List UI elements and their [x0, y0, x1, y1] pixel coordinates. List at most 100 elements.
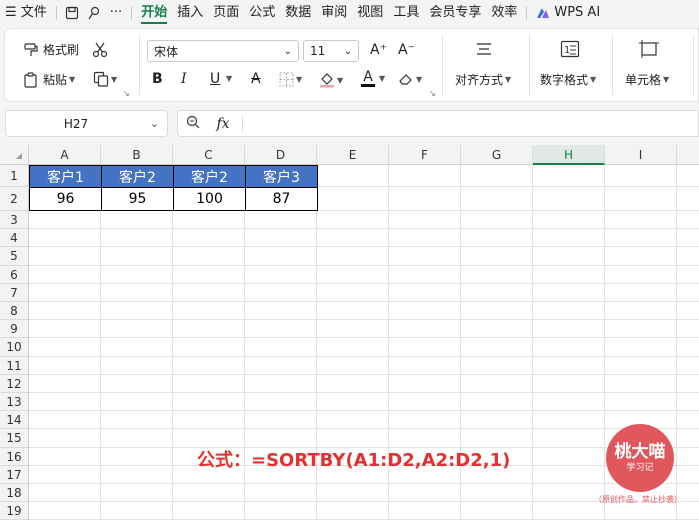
fx-icon[interactable]: fx	[208, 116, 238, 132]
group-divider	[612, 35, 613, 95]
column-header[interactable]: I	[605, 145, 677, 165]
column-header[interactable]: E	[317, 145, 389, 165]
select-all-corner[interactable]	[0, 145, 29, 165]
italic-button[interactable]: I	[181, 71, 187, 87]
cell-d1[interactable]: 客户3	[245, 165, 318, 188]
row-header[interactable]: 14	[0, 411, 29, 430]
column-header[interactable]: F	[389, 145, 461, 165]
cell-c1[interactable]: 客户2	[173, 165, 246, 188]
row-header[interactable]: 18	[0, 484, 29, 503]
paste-button[interactable]: 粘贴 ▼	[23, 71, 75, 88]
cell-b1[interactable]: 客户2	[101, 165, 174, 188]
group-divider	[139, 35, 140, 95]
column-header[interactable]	[677, 145, 699, 165]
column-header[interactable]: A	[29, 145, 101, 165]
cell-b2[interactable]: 95	[101, 187, 174, 211]
grid-line	[100, 165, 101, 520]
tab-review[interactable]: 审阅	[316, 0, 352, 26]
bold-button[interactable]: B	[152, 71, 163, 87]
row-header[interactable]: 13	[0, 393, 29, 412]
font-expand-icon[interactable]: ↘	[429, 89, 436, 98]
increase-font-button[interactable]: A⁺	[370, 42, 387, 58]
cell-c2[interactable]: 100	[173, 187, 246, 211]
copy-button[interactable]: ▼	[93, 71, 117, 87]
number-format-button[interactable]: 数字格式 ▼	[540, 71, 596, 88]
font-size-select[interactable]: 11 ⌄	[303, 40, 359, 62]
print-preview-icon[interactable]	[83, 0, 105, 26]
row-header[interactable]: 15	[0, 429, 29, 448]
name-box-value: H27	[63, 116, 89, 131]
border-button[interactable]: ▼	[279, 72, 302, 87]
tab-view[interactable]: 视图	[352, 0, 388, 26]
cut-icon[interactable]	[92, 42, 108, 58]
row-header[interactable]: 3	[0, 211, 29, 230]
tab-tools[interactable]: 工具	[388, 0, 424, 26]
name-box[interactable]: H27 ⌄	[5, 110, 168, 137]
row-header[interactable]: 7	[0, 283, 29, 302]
tab-insert[interactable]: 插入	[172, 0, 208, 26]
cell-d2[interactable]: 87	[245, 187, 318, 211]
row-header[interactable]: 11	[0, 356, 29, 375]
chevron-down-icon: ▼	[590, 75, 597, 84]
format-painter-button[interactable]: 格式刷	[23, 41, 79, 58]
cell-icon	[639, 40, 659, 58]
font-color-glyph: A	[363, 69, 373, 85]
clipboard-expand-icon[interactable]: ↘	[123, 89, 130, 98]
more-icon[interactable]: ···	[105, 0, 127, 26]
chevron-down-icon[interactable]: ▼	[377, 74, 385, 83]
row-header[interactable]: 1	[0, 165, 29, 187]
row-header[interactable]: 6	[0, 265, 29, 284]
watermark-note: （原创作品，禁止抄袭）	[594, 495, 682, 504]
tab-page[interactable]: 页面	[208, 0, 244, 26]
file-menu[interactable]: ☰ 文件	[0, 0, 52, 26]
column-header-selected[interactable]: H	[533, 145, 605, 165]
clear-format-button[interactable]: ▼	[398, 72, 422, 86]
row-header[interactable]: 4	[0, 229, 29, 248]
grid-line	[29, 392, 699, 393]
row-header[interactable]: 9	[0, 320, 29, 339]
cell-a1[interactable]: 客户1	[29, 165, 102, 188]
grid-line	[532, 165, 533, 520]
row-header[interactable]: 17	[0, 465, 29, 484]
font-name-value: 宋体	[154, 44, 179, 59]
font-color-button[interactable]: A	[361, 70, 375, 87]
cell-button[interactable]: 单元格 ▼	[625, 71, 669, 88]
zoom-icon[interactable]	[178, 115, 208, 132]
decrease-font-button[interactable]: A⁻	[398, 42, 415, 58]
column-header[interactable]: D	[245, 145, 317, 165]
row-header[interactable]: 12	[0, 374, 29, 393]
tab-formula[interactable]: 公式	[244, 0, 280, 26]
chevron-down-icon[interactable]: ▼	[224, 74, 232, 83]
fill-color-button[interactable]: ▼	[319, 72, 343, 88]
grid-line	[29, 264, 699, 266]
tab-efficiency[interactable]: 效率	[486, 0, 522, 26]
border-icon	[279, 72, 294, 87]
tab-data[interactable]: 数据	[280, 0, 316, 26]
row-header[interactable]: 2	[0, 187, 29, 211]
chevron-down-icon: ▼	[505, 75, 512, 84]
row-header[interactable]: 8	[0, 302, 29, 321]
save-icon[interactable]	[61, 0, 83, 26]
group-divider	[442, 35, 443, 95]
wps-ai-button[interactable]: WPS AI	[531, 0, 605, 26]
format-painter-label: 格式刷	[43, 43, 80, 57]
grid-line	[29, 483, 699, 484]
row-header[interactable]: 10	[0, 338, 29, 357]
formula-input[interactable]	[247, 114, 698, 134]
strikethrough-button[interactable]: A	[251, 71, 261, 87]
row-header[interactable]: 5	[0, 247, 29, 266]
cell-a2[interactable]: 96	[29, 187, 102, 211]
column-header[interactable]: B	[101, 145, 173, 165]
font-name-select[interactable]: 宋体 ⌄	[147, 40, 299, 62]
underline-button[interactable]: U	[210, 71, 220, 87]
grid-line	[29, 337, 699, 339]
tab-home[interactable]: 开始	[136, 0, 172, 26]
alignment-button[interactable]: 对齐方式 ▼	[455, 71, 511, 88]
row-header[interactable]: 19	[0, 502, 29, 520]
column-header[interactable]: C	[173, 145, 245, 165]
row-header[interactable]: 16	[0, 447, 29, 466]
tab-member[interactable]: 会员专享	[424, 0, 486, 26]
column-header[interactable]: G	[461, 145, 533, 165]
chevron-down-icon: ▼	[337, 75, 344, 85]
format-painter-icon	[24, 42, 38, 56]
